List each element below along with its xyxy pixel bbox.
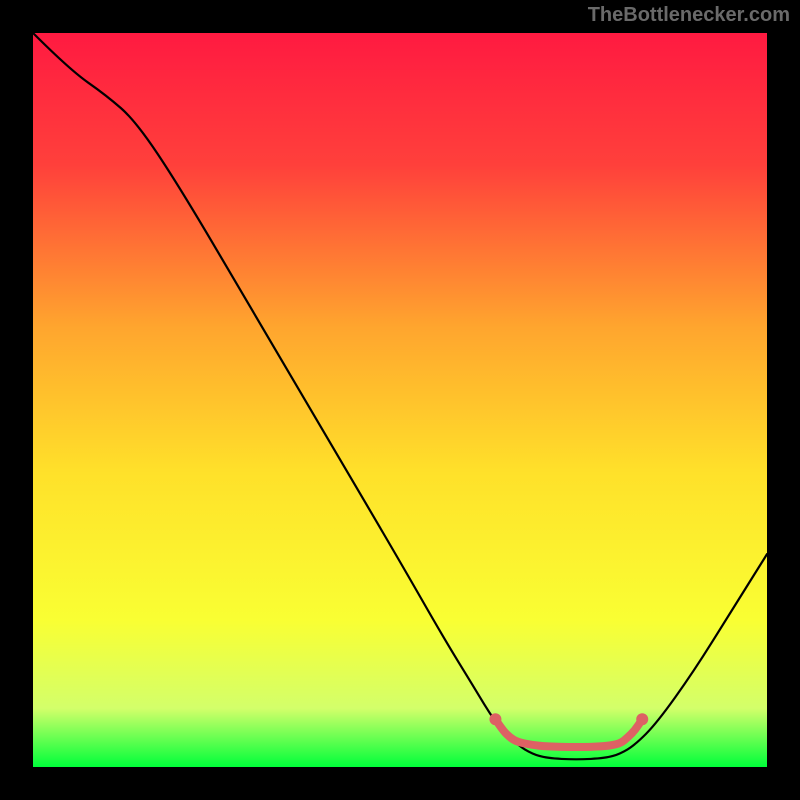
gradient-background bbox=[33, 33, 767, 767]
marker-endpoint-dot bbox=[489, 713, 501, 725]
chart-svg bbox=[33, 33, 767, 767]
plot-area bbox=[33, 33, 767, 767]
chart-container: TheBottlenecker.com bbox=[0, 0, 800, 800]
watermark-text: TheBottlenecker.com bbox=[588, 4, 790, 27]
marker-endpoint-dot bbox=[636, 713, 648, 725]
